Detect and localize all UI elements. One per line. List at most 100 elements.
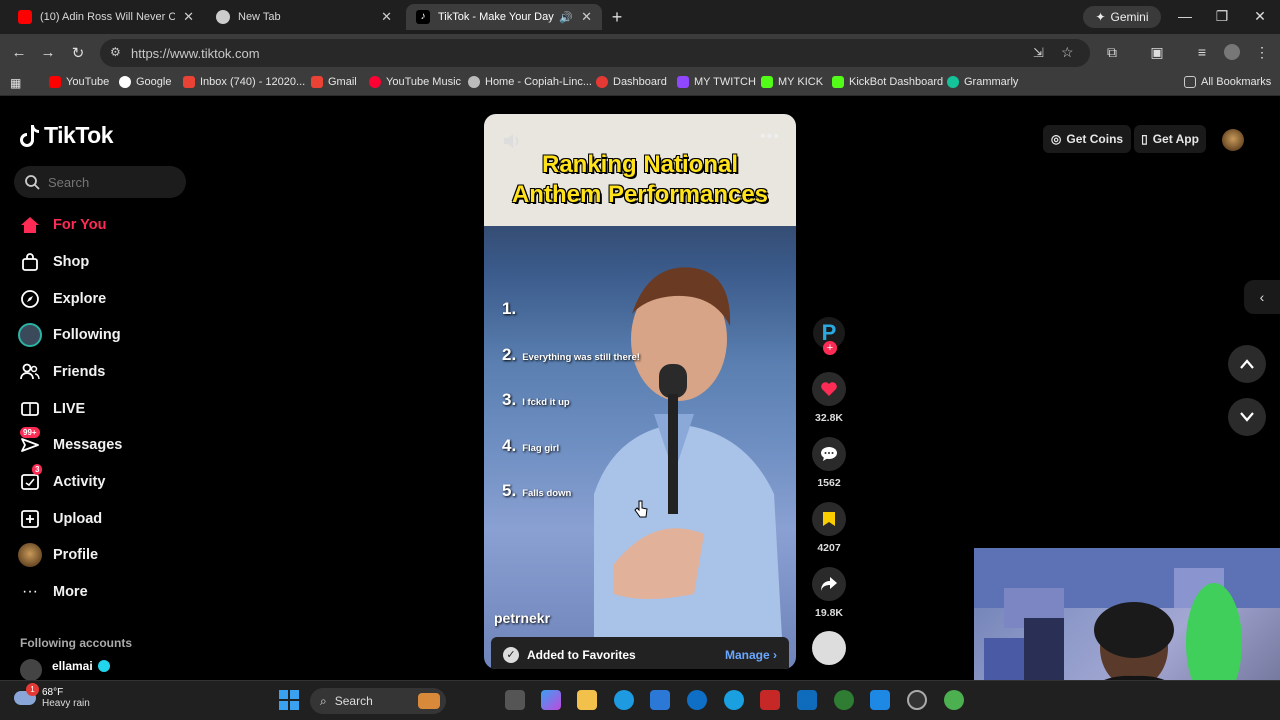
- copilot-icon[interactable]: [541, 690, 561, 710]
- restore-button[interactable]: ❐: [1214, 8, 1230, 25]
- user-avatar[interactable]: [1222, 129, 1244, 151]
- account-name: ellamai: [52, 659, 93, 673]
- reload-button[interactable]: ↻: [69, 44, 87, 62]
- edge-icon[interactable]: [614, 690, 634, 710]
- comment-button[interactable]: 1562: [812, 437, 846, 489]
- close-window-button[interactable]: ✕: [1252, 8, 1268, 25]
- taskbar-search[interactable]: ⌕ Search: [310, 688, 446, 714]
- rank-item: 4. Flag girl: [502, 436, 559, 456]
- chrome-icon[interactable]: [944, 690, 964, 710]
- bookmark-inbox[interactable]: Inbox (740) - 12020...: [183, 76, 305, 88]
- bookmark-grammarly[interactable]: Grammarly: [947, 76, 1018, 88]
- browser-tab-tiktok[interactable]: ♪ TikTok - Make Your Day 🔊 ✕: [406, 4, 602, 30]
- weather-widget[interactable]: 1 68°F Heavy rain: [14, 683, 90, 709]
- search-icon: [25, 175, 40, 190]
- folder-icon: [1184, 76, 1196, 88]
- get-app-button[interactable]: ▯ Get App: [1134, 125, 1206, 153]
- all-bookmarks[interactable]: All Bookmarks: [1184, 76, 1271, 88]
- account-avatar-icon[interactable]: [1223, 44, 1241, 63]
- close-icon[interactable]: ✕: [381, 9, 392, 25]
- save-button[interactable]: 4207: [812, 502, 846, 554]
- get-coins-button[interactable]: ◎ Get Coins: [1043, 125, 1131, 153]
- outlook-icon[interactable]: [797, 690, 817, 710]
- nav-shop[interactable]: Shop: [18, 249, 89, 275]
- apps-grid-icon[interactable]: ▦: [10, 76, 21, 90]
- obs-icon[interactable]: [907, 690, 927, 710]
- app-icon[interactable]: [870, 690, 890, 710]
- side-panel-icon[interactable]: ▣: [1148, 44, 1166, 61]
- browser-tab-new-tab[interactable]: New Tab ✕: [206, 4, 402, 30]
- speaker-icon[interactable]: [502, 132, 522, 155]
- account-avatar: [20, 659, 42, 680]
- new-tab-button[interactable]: +: [608, 8, 626, 26]
- close-icon[interactable]: ✕: [581, 9, 592, 25]
- nav-label: Activity: [53, 474, 106, 490]
- tiktok-logo-icon: [20, 124, 39, 147]
- bookmark-home-copiah[interactable]: Home - Copiah-Linc...: [468, 76, 592, 88]
- follow-plus-icon[interactable]: +: [823, 341, 837, 355]
- previous-video-button[interactable]: [1228, 345, 1266, 383]
- store-icon[interactable]: [650, 690, 670, 710]
- bookmark-dashboard[interactable]: Dashboard: [596, 76, 667, 88]
- video-author[interactable]: petrnekr: [494, 610, 550, 626]
- nav-upload[interactable]: Upload: [18, 506, 102, 532]
- bookmark-star-icon[interactable]: ☆: [1061, 44, 1074, 61]
- extensions-icon[interactable]: ⧉: [1103, 44, 1121, 61]
- xbox-icon[interactable]: [834, 690, 854, 710]
- save-count: 4207: [817, 542, 841, 554]
- next-video-button[interactable]: [1228, 398, 1266, 436]
- search-box[interactable]: [14, 166, 186, 198]
- nav-more[interactable]: ··· More: [18, 579, 88, 605]
- windows-start-icon[interactable]: [279, 690, 299, 710]
- speaker-icon[interactable]: 🔊: [559, 11, 573, 24]
- media-control-icon[interactable]: ≡: [1193, 44, 1211, 60]
- install-app-icon[interactable]: ⇲: [1033, 45, 1044, 61]
- creator-avatar[interactable]: P +: [812, 317, 846, 355]
- bookmark-kickbot-dashboard[interactable]: KickBot Dashboard: [832, 76, 943, 88]
- toast-text: Added to Favorites: [527, 648, 636, 662]
- nav-for-you[interactable]: For You: [18, 212, 106, 238]
- hp-icon[interactable]: [687, 690, 707, 710]
- taskbar-search-label: Search: [334, 694, 373, 708]
- menu-kebab-icon[interactable]: ⋮: [1253, 44, 1271, 61]
- bookmark-gmail[interactable]: Gmail: [311, 76, 357, 88]
- mcafee-icon[interactable]: [760, 690, 780, 710]
- bookmark-youtube[interactable]: YouTube: [49, 76, 109, 88]
- forward-button[interactable]: →: [39, 44, 57, 61]
- search-input[interactable]: [48, 174, 168, 190]
- app-icon[interactable]: [724, 690, 744, 710]
- more-options-icon[interactable]: •••: [760, 128, 780, 146]
- manage-favorites-link[interactable]: Manage ›: [725, 648, 777, 662]
- nav-profile[interactable]: Profile: [18, 542, 98, 568]
- nav-following[interactable]: Following: [18, 322, 121, 348]
- comments-panel-toggle[interactable]: ‹: [1244, 280, 1280, 314]
- bookmark-my-twitch[interactable]: MY TWITCH: [677, 76, 756, 88]
- address-bar[interactable]: ⚙ https://www.tiktok.com ⇲ ☆: [100, 39, 1090, 67]
- nav-activity[interactable]: 3 Activity: [18, 464, 106, 495]
- gemini-button[interactable]: ✦ Gemini: [1083, 6, 1161, 28]
- browser-tab-youtube[interactable]: (10) Adin Ross Will Never Chan ✕: [8, 4, 204, 30]
- sound-disc[interactable]: [812, 631, 846, 665]
- back-button[interactable]: ←: [10, 44, 28, 61]
- like-button[interactable]: 32.8K: [812, 372, 846, 424]
- verified-icon: [97, 660, 110, 672]
- tiktok-logo[interactable]: TikTok: [20, 122, 114, 149]
- bookmark-my-kick[interactable]: MY KICK: [761, 76, 823, 88]
- minimize-button[interactable]: —: [1177, 8, 1193, 24]
- nav-friends[interactable]: Friends: [18, 359, 105, 385]
- nav-messages[interactable]: 99+ Messages: [18, 427, 122, 458]
- video-player[interactable]: Ranking National Anthem Performances •••…: [484, 114, 796, 669]
- bookmark-youtube-music[interactable]: YouTube Music: [369, 76, 461, 88]
- close-icon[interactable]: ✕: [183, 9, 194, 25]
- file-explorer-icon[interactable]: [577, 690, 597, 710]
- task-view-icon[interactable]: [505, 690, 525, 710]
- nav-explore[interactable]: Explore: [18, 286, 106, 312]
- bookmark-label: Google: [136, 76, 172, 88]
- nav-label: LIVE: [53, 401, 86, 417]
- following-account-item[interactable]: ellamai: [20, 659, 110, 680]
- nav-live[interactable]: LIVE: [18, 396, 85, 422]
- site-info-icon[interactable]: ⚙: [110, 45, 121, 59]
- bookmark-google[interactable]: Google: [119, 76, 171, 88]
- share-button[interactable]: 19.8K: [812, 567, 846, 619]
- bookmark-label: Home - Copiah-Linc...: [485, 76, 592, 88]
